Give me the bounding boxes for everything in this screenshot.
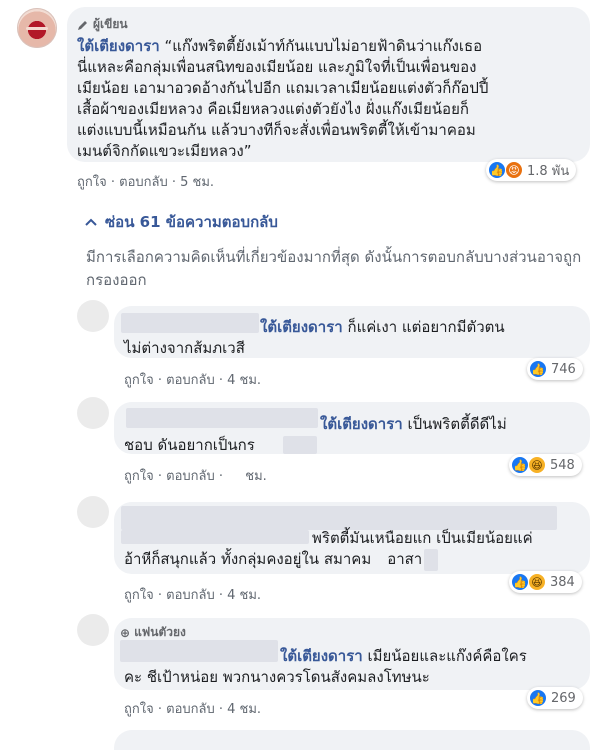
- reply-mention[interactable]: ใต้เตียงดารา: [320, 415, 403, 433]
- like-reaction-icon: 👍: [529, 689, 547, 707]
- author-badge: ผู้เขียน: [77, 15, 128, 34]
- filter-note: มีการเลือกความคิดเห็นที่เกี่ยวข้องมากที่…: [86, 248, 582, 289]
- like-link[interactable]: ถูกใจ: [124, 588, 154, 603]
- like-link[interactable]: ถูกใจ: [124, 373, 154, 388]
- reply-actions: ถูกใจ · ตอบกลับ · ชม.: [124, 469, 267, 484]
- like-reaction-icon: 👍: [488, 161, 506, 179]
- top-fan-icon: ⊕: [120, 625, 131, 640]
- reply-text: ใต้เตียงดารา เมียน้อยและแก๊งค์คือใคร คะ …: [124, 647, 527, 686]
- reply-actions: ถูกใจ · ตอบกลับ · 4 ชม.: [124, 588, 262, 603]
- angry-reaction-icon: 😡: [505, 161, 523, 179]
- reply-text: ใต้เตียงดารา ก็แค่เงา แต่อยากมีตัวตน ไม่…: [124, 318, 505, 357]
- reply-avatar[interactable]: [77, 397, 109, 429]
- reply-avatar[interactable]: [77, 614, 109, 646]
- haha-reaction-icon: 😆: [528, 456, 546, 474]
- reply-time: 4 ชม.: [227, 702, 262, 717]
- like-reaction-icon: 👍: [511, 573, 529, 591]
- hide-replies-toggle[interactable]: ซ่อน 61 ข้อความตอบกลับ: [85, 210, 278, 234]
- main-comment-author[interactable]: ใต้เตียงดารา: [77, 37, 160, 55]
- reply-mention[interactable]: ใต้เตียงดารา: [260, 318, 343, 336]
- pencil-icon: [78, 20, 87, 30]
- reply-link[interactable]: ตอบกลับ: [166, 588, 215, 603]
- redacted-name: [121, 506, 557, 530]
- reply-avatar[interactable]: [77, 300, 109, 332]
- reply-link[interactable]: ตอบกลับ: [166, 702, 215, 717]
- like-reaction-icon: 👍: [529, 360, 547, 378]
- main-comment-actions: ถูกใจ · ตอบกลับ · 5 ชม.: [77, 175, 215, 190]
- next-reply-bubble: [114, 730, 590, 750]
- reply-actions: ถูกใจ · ตอบกลับ · 4 ชม.: [124, 373, 262, 388]
- reply-link[interactable]: ตอบกลับ: [119, 175, 168, 190]
- chevron-up-icon: [85, 218, 97, 226]
- haha-reaction-icon: 😆: [528, 573, 546, 591]
- main-comment-text: ใต้เตียงดารา “แก๊งพริตตี้ยังเม้าท์กันแบบ…: [77, 37, 489, 160]
- reply-time: ชม.: [245, 469, 267, 484]
- reply-text: พริตตี้มันเหนือยแก เป็นเมียน้อยแค่ อ้าหี…: [124, 529, 533, 568]
- reply-text: ใต้เตียงดารา เป็นพริตตี้ดีดีไม่ ชอบ ดันอ…: [124, 415, 507, 454]
- like-link[interactable]: ถูกใจ: [124, 469, 154, 484]
- reply-link[interactable]: ตอบกลับ: [166, 373, 215, 388]
- reply-time: 4 ชม.: [227, 588, 262, 603]
- like-link[interactable]: ถูกใจ: [124, 702, 154, 717]
- commenter-avatar[interactable]: [17, 8, 57, 48]
- reply-reactions[interactable]: 👍 😆 384: [509, 571, 582, 593]
- reply-avatar[interactable]: [77, 496, 109, 528]
- reply-actions: ถูกใจ · ตอบกลับ · 4 ชม.: [124, 702, 262, 717]
- reply-link[interactable]: ตอบกลับ: [166, 469, 215, 484]
- reply-reactions[interactable]: 👍 😆 548: [509, 454, 582, 476]
- reply-reactions[interactable]: 👍 269: [527, 687, 583, 709]
- comment-time: 5 ชม.: [180, 175, 215, 190]
- main-reactions[interactable]: 👍 😡 1.8 พัน: [486, 159, 577, 181]
- reply-reactions[interactable]: 👍 746: [527, 358, 583, 380]
- like-link[interactable]: ถูกใจ: [77, 175, 107, 190]
- like-reaction-icon: 👍: [511, 456, 529, 474]
- reply-mention[interactable]: ใต้เตียงดารา: [280, 647, 363, 665]
- reply-time: 4 ชม.: [227, 373, 262, 388]
